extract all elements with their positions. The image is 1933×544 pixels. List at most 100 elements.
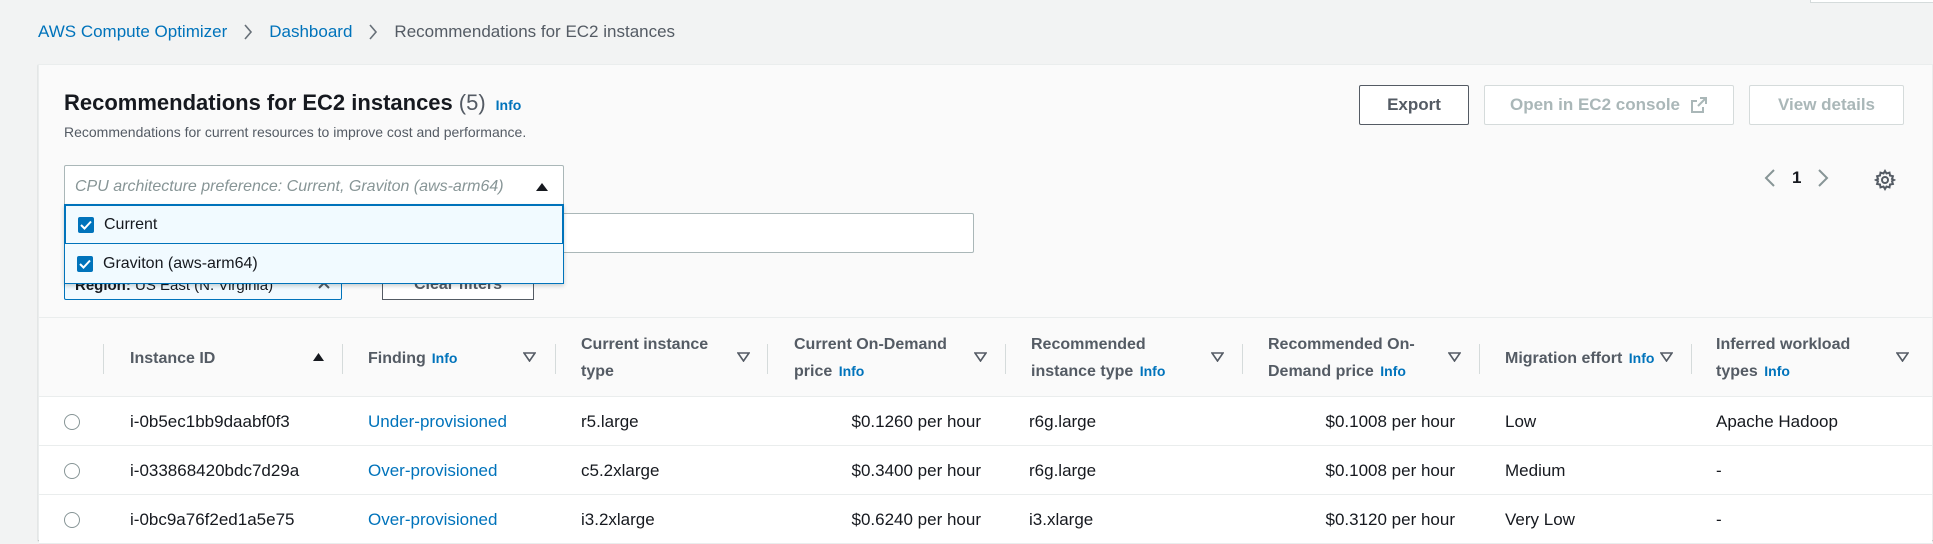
caret-up-icon [535, 182, 549, 192]
open-ec2-console-button[interactable]: Open in EC2 console [1484, 85, 1734, 125]
caret-down-outline-icon[interactable] [1448, 352, 1461, 362]
caret-down-outline-icon[interactable] [737, 352, 750, 362]
current-instance-type: r5.large [581, 411, 639, 431]
export-button[interactable]: Export [1359, 85, 1469, 125]
finding-info-link[interactable]: Info [432, 350, 458, 366]
instance-count: (5) [458, 90, 486, 115]
inferred-workload: - [1716, 509, 1722, 529]
chevron-right-icon[interactable] [1817, 168, 1829, 188]
page-number[interactable]: 1 [1792, 168, 1801, 188]
current-price-info-link[interactable]: Info [839, 363, 865, 379]
caret-down-outline-icon[interactable] [1211, 352, 1224, 362]
checkmark-icon[interactable] [77, 255, 93, 272]
column-inferred-workload-types[interactable]: Inferred workload types Info [1716, 318, 1886, 398]
recommended-price: $0.1008 per hour [1325, 411, 1456, 431]
column-finding[interactable]: Finding Info [368, 318, 518, 398]
caret-up-icon[interactable] [312, 352, 325, 362]
recommended-instance-type: i3.xlarge [1029, 509, 1094, 529]
table-row[interactable]: i-033868420bdc7d29a Over-provisioned c5.… [39, 446, 1932, 495]
column-separator [1242, 344, 1243, 374]
column-separator [1691, 344, 1692, 374]
inferred-workload: Apache Hadoop [1716, 411, 1838, 431]
column-recommended-instance-type[interactable]: Recommended instance type Info [1031, 318, 1201, 398]
column-instance-id[interactable]: Instance ID [130, 318, 310, 398]
column-label: Current instance type [581, 336, 709, 380]
row-select-radio[interactable] [64, 397, 80, 446]
caret-down-outline-icon[interactable] [1660, 352, 1673, 362]
option-label: Graviton (aws-arm64) [103, 254, 258, 272]
migration-effort: Very Low [1505, 509, 1575, 529]
cpu-architecture-dropdown: Current Graviton (aws-arm64) [64, 204, 564, 284]
column-separator [555, 344, 556, 374]
recommended-instance-type: r6g.large [1029, 460, 1097, 480]
column-label: Migration effort [1505, 349, 1623, 367]
column-separator [342, 344, 343, 374]
option-label: Current [104, 215, 158, 233]
instance-id: i-0b5ec1bb9daabf0f3 [130, 411, 290, 431]
title-row: Recommendations for EC2 instances (5) In… [64, 90, 521, 116]
chevron-right-icon [368, 24, 378, 40]
caret-down-outline-icon[interactable] [974, 352, 987, 362]
table-header: Instance ID Finding Info Current instance… [39, 317, 1932, 397]
option-graviton[interactable]: Graviton (aws-arm64) [65, 244, 563, 283]
finding-link[interactable]: Over-provisioned [368, 495, 497, 544]
title-info-link[interactable]: Info [496, 97, 522, 113]
checkmark-icon[interactable] [78, 216, 94, 233]
inferred-workload: - [1716, 460, 1722, 480]
view-details-button[interactable]: View details [1749, 85, 1904, 125]
top-right-panel-edge [1810, 0, 1933, 3]
breadcrumb-current: Recommendations for EC2 instances [394, 22, 676, 41]
recommended-price: $0.3120 per hour [1325, 509, 1456, 529]
instance-id: i-033868420bdc7d29a [130, 460, 300, 480]
caret-down-outline-icon[interactable] [1896, 352, 1909, 362]
table-row[interactable]: i-0b5ec1bb9daabf0f3 Under-provisioned r5… [39, 397, 1932, 446]
migration-effort-info-link[interactable]: Info [1629, 350, 1655, 366]
open-ec2-console-label: Open in EC2 console [1509, 95, 1681, 114]
current-instance-type: i3.2xlarge [581, 509, 655, 529]
current-instance-type: c5.2xlarge [581, 460, 660, 480]
column-label: Recommended instance type [1031, 336, 1146, 380]
gear-icon[interactable] [1873, 169, 1897, 196]
migration-effort: Low [1505, 411, 1537, 431]
panel-header: Recommendations for EC2 instances (5) In… [39, 65, 1932, 317]
row-select-radio[interactable] [64, 446, 80, 495]
instance-id: i-0bc9a76f2ed1a5e75 [130, 509, 295, 529]
pagination: 1 [1764, 168, 1829, 188]
column-separator [103, 344, 104, 374]
table-row[interactable]: i-0bc9a76f2ed1a5e75 Over-provisioned i3.… [39, 495, 1932, 544]
column-recommended-price[interactable]: Recommended On-Demand price Info [1268, 318, 1438, 398]
column-separator [1479, 344, 1480, 374]
row-select-radio[interactable] [64, 495, 80, 544]
current-price: $0.1260 per hour [851, 411, 982, 431]
breadcrumb-dashboard[interactable]: Dashboard [269, 22, 352, 42]
column-current-instance-type[interactable]: Current instance type [581, 318, 731, 398]
cpu-architecture-select[interactable]: CPU architecture preference: Current, Gr… [64, 165, 564, 209]
breadcrumb: AWS Compute Optimizer Dashboard Recommen… [38, 22, 675, 42]
column-separator [1005, 344, 1006, 374]
column-current-price[interactable]: Current On-Demand price Info [794, 318, 964, 398]
recommended-type-info-link[interactable]: Info [1140, 363, 1166, 379]
column-separator [767, 344, 768, 374]
page-title: Recommendations for EC2 instances [64, 90, 453, 115]
workload-info-link[interactable]: Info [1764, 363, 1790, 379]
recommendations-panel: Recommendations for EC2 instances (5) In… [38, 64, 1933, 544]
current-price: $0.3400 per hour [851, 460, 982, 480]
recommended-price-info-link[interactable]: Info [1380, 363, 1406, 379]
recommended-instance-type: r6g.large [1029, 411, 1097, 431]
column-label: Finding [368, 349, 426, 367]
page-subtitle: Recommendations for current resources to… [64, 124, 527, 140]
breadcrumb-compute-optimizer[interactable]: AWS Compute Optimizer [38, 22, 227, 42]
chevron-left-icon[interactable] [1764, 168, 1776, 188]
option-current[interactable]: Current [65, 205, 563, 244]
migration-effort: Medium [1505, 460, 1566, 480]
external-link-icon [1690, 96, 1708, 114]
recommended-price: $0.1008 per hour [1325, 460, 1456, 480]
caret-down-outline-icon[interactable] [523, 352, 536, 362]
finding-link[interactable]: Over-provisioned [368, 446, 497, 495]
current-price: $0.6240 per hour [851, 509, 982, 529]
cpu-architecture-placeholder: CPU architecture preference: Current, Gr… [75, 178, 504, 195]
column-label: Current On-Demand price [794, 336, 947, 380]
finding-link[interactable]: Under-provisioned [368, 397, 507, 446]
column-label: Instance ID [130, 349, 216, 367]
column-migration-effort[interactable]: Migration effort Info [1505, 318, 1665, 398]
